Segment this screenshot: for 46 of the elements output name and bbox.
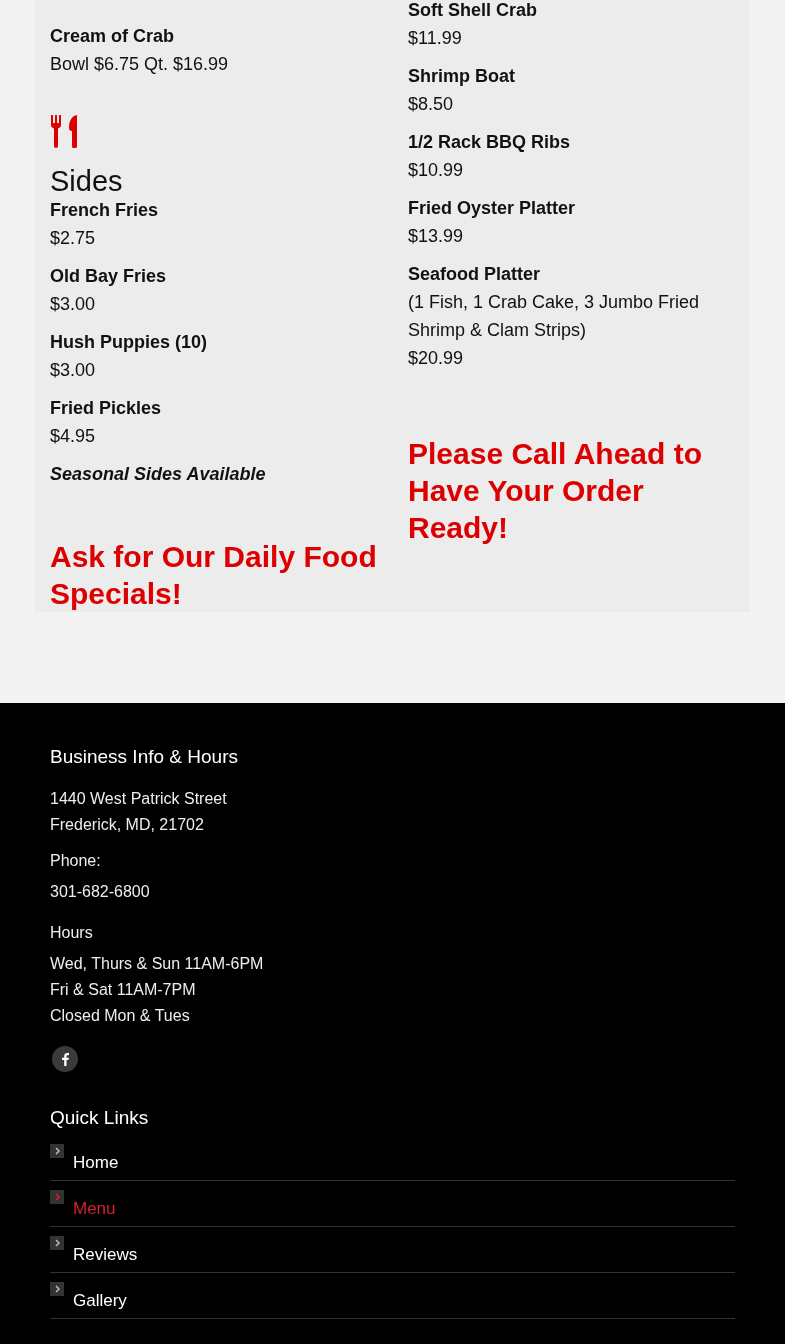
dish-name: French Fries: [50, 199, 160, 222]
hours-line: Closed Mon & Tues: [50, 1006, 191, 1026]
section-title: Quick Links: [50, 1106, 150, 1130]
dish-price: $10.99: [408, 159, 465, 182]
dish-price: $4.95: [50, 425, 97, 448]
chevron-icon: [50, 1144, 64, 1158]
call-ahead-text: Please Call Ahead to Have Your Order Ready!: [408, 436, 703, 546]
dish-price: $13.99: [408, 225, 465, 248]
note: Seasonal Sides Available: [50, 463, 267, 486]
dish-name: Cream of Crab: [50, 25, 176, 48]
dish-name: 1/2 Rack BBQ Ribs: [408, 131, 572, 154]
hours-label: Hours: [50, 923, 94, 943]
dish-name: Old Bay Fries: [50, 265, 168, 288]
address-line: 1440 West Patrick Street: [50, 789, 228, 809]
dish-price: Bowl $6.75 Qt. $16.99: [50, 53, 230, 76]
facebook-icon: [61, 1052, 69, 1066]
footer-link[interactable]: Menu: [73, 1198, 116, 1219]
hours-line: Fri & Sat 11AM-7PM: [50, 980, 197, 1000]
dish-name: Soft Shell Crab: [408, 0, 538, 22]
dish-price: $3.00: [50, 293, 97, 316]
dish-description: (1 Fish, 1 Crab Cake, 3 Jumbo Fried Shrimp & Clam Strips): [408, 291, 701, 342]
hours-line: Wed, Thurs & Sun 11AM-6PM: [50, 954, 265, 974]
section-title: Sides: [50, 164, 124, 198]
facebook-button[interactable]: [52, 1046, 78, 1072]
dish-price: $11.99: [408, 27, 463, 50]
dish-price: $3.00: [50, 359, 97, 382]
dish-price: $8.50: [408, 93, 455, 116]
footer-link[interactable]: Gallery: [73, 1290, 127, 1311]
chevron-icon: [50, 1236, 64, 1250]
dish-name: Fried Oyster Platter: [408, 197, 577, 220]
footer-link[interactable]: Reviews: [73, 1244, 138, 1265]
specials-text: Ask for Our Daily Food Specials!: [50, 539, 378, 612]
dish-price: $2.75: [50, 227, 97, 250]
dish-name: Fried Pickles: [50, 397, 163, 420]
footer-link[interactable]: Home: [73, 1152, 119, 1173]
dish-name: Shrimp Boat: [408, 65, 516, 88]
dish-name: Hush Puppies (10): [50, 331, 209, 354]
phone-label: Phone:: [50, 851, 102, 871]
address-line: Frederick, MD, 21702: [50, 815, 205, 835]
chevron-icon: [50, 1190, 64, 1204]
section-title: Business Info & Hours: [50, 745, 239, 769]
chevron-icon: [50, 1282, 64, 1296]
dish-price: $20.99: [408, 347, 465, 370]
dish-name: Seafood Platter: [408, 263, 542, 286]
phone-number: 301-682-6800: [50, 882, 151, 902]
fork-and-knife-icon: [50, 115, 78, 148]
